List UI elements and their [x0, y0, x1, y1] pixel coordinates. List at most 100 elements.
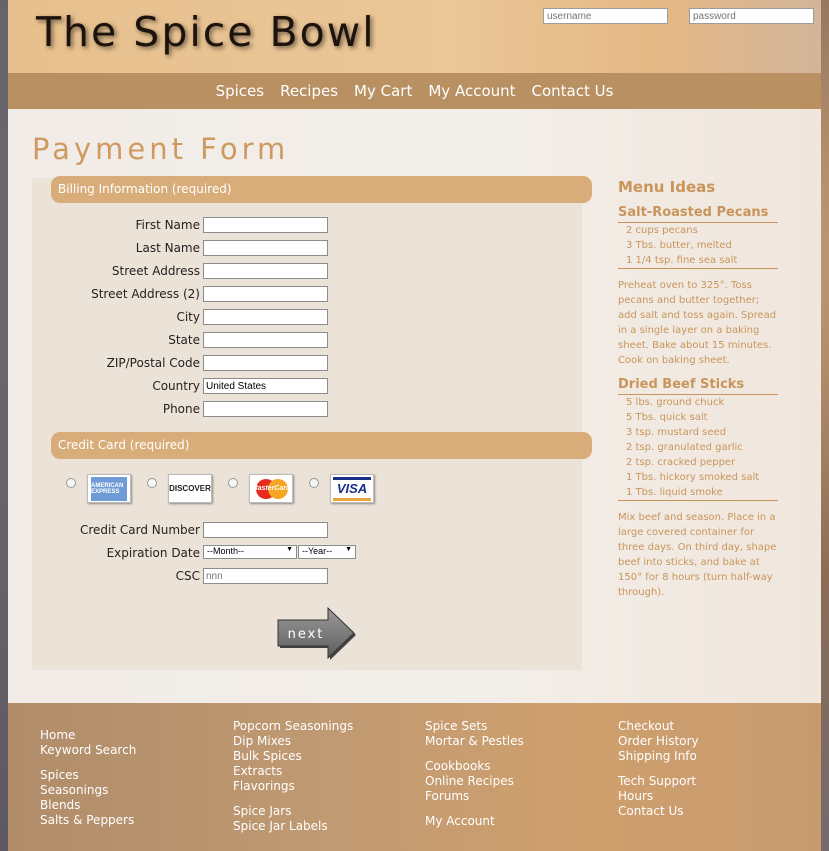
- sidebar-title: Menu Ideas: [618, 178, 716, 196]
- password-input[interactable]: [689, 8, 814, 24]
- footer-column-2: Popcorn Seasonings Dip Mixes Bulk Spices Ex…: [233, 719, 353, 834]
- footer-link-online-recipes[interactable]: Online Recipes: [425, 774, 524, 789]
- recipe-ingredient: 2 cups pecans: [626, 225, 698, 236]
- footer-link-seasonings[interactable]: Seasonings: [40, 783, 136, 798]
- next-arrow-icon: next: [277, 606, 356, 660]
- footer-link-dip-mixes[interactable]: Dip Mixes: [233, 734, 353, 749]
- footer-link-checkout[interactable]: Checkout: [618, 719, 699, 734]
- footer-link-blends[interactable]: Blends: [40, 798, 136, 813]
- billing-section-header: Billing Information (required): [51, 176, 592, 203]
- footer-gap: [618, 764, 699, 774]
- last-name-input[interactable]: [203, 240, 328, 256]
- chevron-down-icon: ▼: [286, 546, 293, 553]
- expiration-year-select[interactable]: --Year-- ▼: [298, 545, 356, 559]
- card-number-row: Credit Card Number: [40, 522, 370, 540]
- footer-link-contact-us[interactable]: Contact Us: [618, 804, 699, 819]
- page-title: Payment Form: [32, 132, 290, 166]
- discover-card-icon: DISCOVER: [168, 474, 212, 503]
- billing-row: Country: [40, 378, 370, 396]
- recipe-title: Salt-Roasted Pecans: [618, 205, 778, 223]
- footer-link-home[interactable]: Home: [40, 728, 136, 743]
- csc-label: CSC: [175, 569, 200, 583]
- visa-card-icon: VISA: [330, 474, 374, 503]
- billing-row: City: [40, 309, 370, 327]
- footer-link-order-history[interactable]: Order History: [618, 734, 699, 749]
- phone-input[interactable]: [203, 401, 328, 417]
- billing-row: Street Address (2): [40, 286, 370, 304]
- nav-my-cart[interactable]: My Cart: [354, 82, 412, 100]
- footer-link-shipping-info[interactable]: Shipping Info: [618, 749, 699, 764]
- recipe-ingredient: 1 Tbs. hickory smoked salt: [626, 472, 760, 483]
- street-address-input[interactable]: [203, 263, 328, 279]
- csc-input[interactable]: [203, 568, 328, 584]
- card-number-input[interactable]: [203, 522, 328, 538]
- state-label: State: [168, 333, 200, 347]
- footer-link-flavorings[interactable]: Flavorings: [233, 779, 353, 794]
- footer-link-spices[interactable]: Spices: [40, 768, 136, 783]
- footer-gap: [425, 749, 524, 759]
- country-input[interactable]: [203, 378, 328, 394]
- footer-column-3: Spice Sets Mortar & Pestles Cookbooks Onlin…: [425, 719, 524, 829]
- header: The Spice Bowl: [8, 0, 821, 73]
- footer-link-mortar-pestles[interactable]: Mortar & Pestles: [425, 734, 524, 749]
- footer-link-keyword-search[interactable]: Keyword Search: [40, 743, 136, 758]
- month-select-value: --Month--: [207, 546, 245, 556]
- next-button[interactable]: next: [276, 606, 356, 661]
- mastercard-radio[interactable]: [228, 478, 238, 488]
- csc-row: CSC: [40, 568, 370, 586]
- menu-ideas-sidebar: Menu Ideas Salt-Roasted Pecans 2 cups pec…: [618, 178, 783, 600]
- footer-link-hours[interactable]: Hours: [618, 789, 699, 804]
- footer-link-extracts[interactable]: Extracts: [233, 764, 353, 779]
- nav-contact-us[interactable]: Contact Us: [532, 82, 614, 100]
- street-address-label: Street Address: [111, 264, 200, 278]
- city-input[interactable]: [203, 309, 328, 325]
- username-input[interactable]: [543, 8, 668, 24]
- footer-link-popcorn-seasonings[interactable]: Popcorn Seasonings: [233, 719, 353, 734]
- recipe-ingredient: 1 1/4 tsp. fine sea salt: [618, 253, 778, 269]
- footer-link-cookbooks[interactable]: Cookbooks: [425, 759, 524, 774]
- footer-link-my-account[interactable]: My Account: [425, 814, 524, 829]
- street-address-2-input[interactable]: [203, 286, 328, 302]
- discover-radio[interactable]: [147, 478, 157, 488]
- recipe-ingredient: 3 tsp. mustard seed: [626, 427, 727, 438]
- year-select-value: --Year--: [302, 546, 333, 556]
- recipes: Salt-Roasted Pecans 2 cups pecans 3 Tbs. b…: [618, 205, 783, 600]
- footer-link-salts-peppers[interactable]: Salts & Peppers: [40, 813, 136, 828]
- first-name-input[interactable]: [203, 217, 328, 233]
- nav-recipes[interactable]: Recipes: [280, 82, 338, 100]
- amex-radio[interactable]: [66, 478, 76, 488]
- zip-postal-code-input[interactable]: [203, 355, 328, 371]
- footer-link-tech-support[interactable]: Tech Support: [618, 774, 699, 789]
- footer-link-forums[interactable]: Forums: [425, 789, 524, 804]
- phone-label: Phone: [162, 402, 200, 416]
- footer-link-spice-jar-labels[interactable]: Spice Jar Labels: [233, 819, 353, 834]
- credit-card-section-header: Credit Card (required): [51, 432, 592, 459]
- footer-gap: [425, 804, 524, 814]
- last-name-label: Last Name: [135, 241, 200, 255]
- nav-my-account[interactable]: My Account: [428, 82, 515, 100]
- recipe-title: Dried Beef Sticks: [618, 377, 778, 395]
- nav-spices[interactable]: Spices: [216, 82, 265, 100]
- city-label: City: [176, 310, 200, 324]
- chevron-down-icon: ▼: [345, 546, 352, 553]
- footer-link-spice-sets[interactable]: Spice Sets: [425, 719, 524, 734]
- billing-row: Street Address: [40, 263, 370, 281]
- recipe-instructions: Preheat oven to 325°. Toss pecans and bu…: [618, 280, 777, 366]
- visa-radio[interactable]: [309, 478, 319, 488]
- recipe-ingredient: 1 Tbs. liquid smoke: [618, 485, 778, 501]
- first-name-label: First Name: [135, 218, 200, 232]
- footer-column-1: Home Keyword Search Spices Seasonings Blends…: [40, 728, 136, 828]
- billing-row: State: [40, 332, 370, 350]
- state-input[interactable]: [203, 332, 328, 348]
- recipe-ingredient: 5 lbs. ground chuck: [626, 397, 725, 408]
- expiration-month-select[interactable]: --Month-- ▼: [203, 545, 297, 559]
- mastercard-logo-text: MasterCard: [251, 485, 291, 492]
- recipe-ingredient: 2 tsp. cracked pepper: [626, 457, 736, 468]
- expiration-label: Expiration Date: [106, 546, 200, 560]
- mastercard-card-icon: MasterCard: [249, 474, 293, 503]
- billing-row: Phone: [40, 401, 370, 419]
- footer-link-spice-jars[interactable]: Spice Jars: [233, 804, 353, 819]
- footer-link-bulk-spices[interactable]: Bulk Spices: [233, 749, 353, 764]
- site-title: The Spice Bowl: [36, 8, 376, 56]
- billing-row: Last Name: [40, 240, 370, 258]
